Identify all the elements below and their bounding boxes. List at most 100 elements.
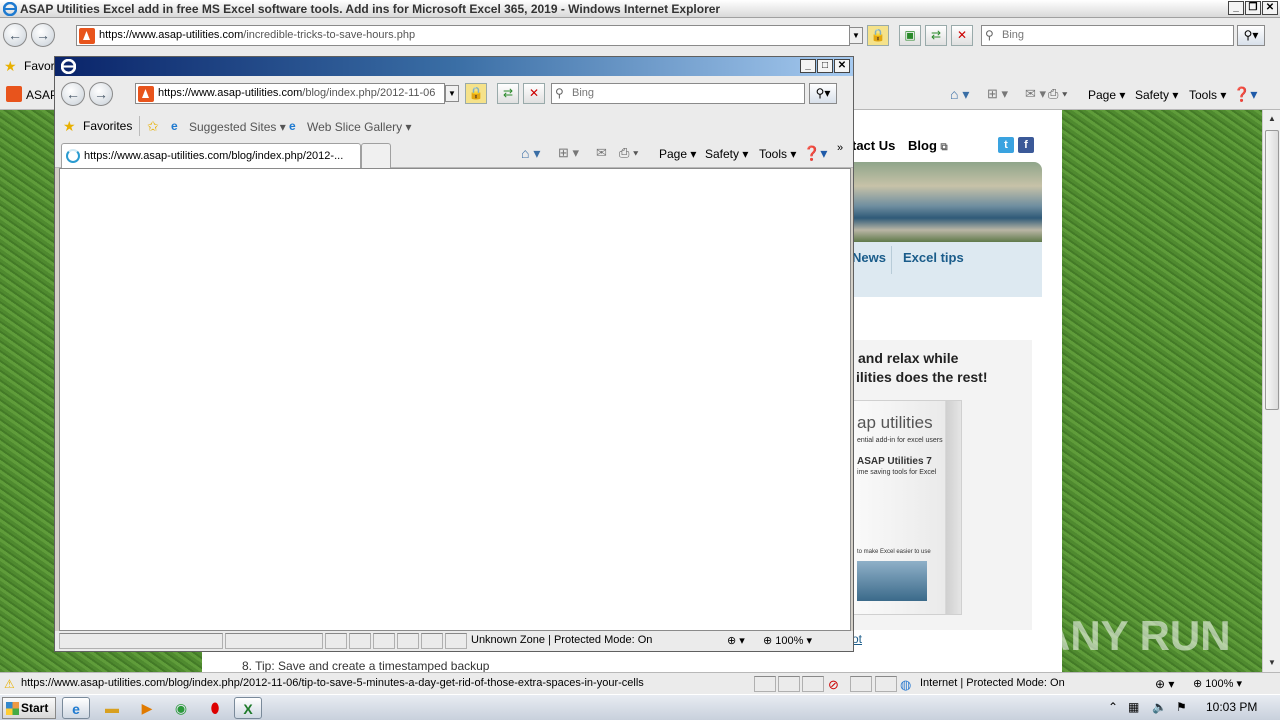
popup-back-button[interactable]: ← [61, 82, 85, 106]
popup-navigation-bar: ← → https://www.asap-utilities.com/blog/… [55, 76, 853, 112]
action-center-flag-icon[interactable]: ⚑ [1176, 700, 1187, 714]
search-placeholder: Bing [1002, 29, 1025, 41]
explorer-folder-icon[interactable]: ▬ [98, 697, 126, 719]
suggested-sites-icon: e [171, 119, 178, 133]
popup-minimize-button[interactable]: _ [800, 59, 816, 73]
tools-menu[interactable]: Tools ▾ [1189, 88, 1226, 102]
blocked-icon: ⊘ [828, 677, 839, 692]
clock[interactable]: 10:03 PM [1206, 700, 1257, 714]
network-icon[interactable]: ▦ [1128, 700, 1139, 714]
list-item[interactable]: 8. Tip: Save and create a timestamped ba… [242, 659, 489, 672]
popup-safety-menu[interactable]: Safety ▾ [705, 147, 748, 161]
popup-zoom-level[interactable]: ⊕ 100% ▾ [763, 634, 812, 647]
taskbar: Start e ▬ ▶ ◉ ⬮ X ⌃ ▦ 🔈 ⚑ 10:03 PM [0, 694, 1280, 720]
ie-logo-icon [3, 2, 17, 16]
safety-menu[interactable]: Safety ▾ [1135, 88, 1178, 102]
popup-tab-bar: https://www.asap-utilities.com/blog/inde… [55, 140, 853, 168]
outer-status-bar: ⚠ https://www.asap-utilities.com/blog/in… [0, 672, 1280, 694]
restore-button[interactable]: ❐ [1245, 1, 1261, 15]
address-bar[interactable]: https://www.asap-utilities.com/incredibl… [76, 25, 850, 46]
chrome-icon[interactable]: ◉ [167, 697, 195, 719]
popup-refresh-icon[interactable]: ⇄ [497, 83, 519, 104]
forward-button[interactable]: → [31, 23, 55, 47]
popup-feeds-icon[interactable]: ⊞ ▾ [558, 145, 579, 161]
lock-icon[interactable]: 🔒 [867, 25, 889, 46]
internet-explorer-icon[interactable]: e [62, 697, 90, 719]
product-footer: to make Excel easier to use [857, 549, 931, 555]
url-host: https://www.asap-utilities.com [99, 29, 244, 41]
search-input[interactable]: ⚲ Bing [981, 25, 1234, 46]
media-player-icon[interactable]: ▶ [133, 697, 161, 719]
popup-tab[interactable]: https://www.asap-utilities.com/blog/inde… [61, 143, 361, 168]
popup-forward-button[interactable]: → [89, 82, 113, 106]
refresh-icon[interactable]: ⇄ [925, 25, 947, 46]
popup-mail-icon[interactable]: ✉ [596, 145, 607, 161]
new-tab-button[interactable] [361, 143, 391, 168]
page-menu[interactable]: Page ▾ [1088, 88, 1125, 102]
popup-search-go-button[interactable]: ⚲▾ [809, 83, 837, 104]
promo-line-1: and relax while [858, 350, 959, 366]
protected-mode-icon[interactable]: ⊕ ▾ [1155, 677, 1174, 691]
tray-expand-icon[interactable]: ⌃ [1108, 700, 1118, 714]
help-icon[interactable]: ❓▾ [1233, 86, 1257, 103]
volume-icon[interactable]: 🔈 [1152, 700, 1167, 714]
mail-icon[interactable]: ✉ ▾ [1025, 86, 1046, 102]
popup-tools-menu[interactable]: Tools ▾ [759, 147, 796, 161]
favorites-star-icon[interactable]: ★ [4, 58, 17, 75]
popup-address-bar[interactable]: https://www.asap-utilities.com/blog/inde… [135, 83, 445, 104]
excel-icon[interactable]: X [234, 697, 262, 719]
twitter-icon[interactable]: t [998, 137, 1014, 153]
search-icon: ⚲ [985, 28, 994, 42]
tab-favicon-icon [6, 86, 22, 102]
feeds-icon[interactable]: ⊞ ▾ [987, 86, 1008, 102]
popup-status-zone: Unknown Zone | Protected Mode: On [471, 634, 653, 646]
popup-search-placeholder: Bing [572, 87, 595, 99]
popup-favorites-button[interactable]: Favorites [83, 119, 132, 133]
popup-page-menu[interactable]: Page ▾ [659, 147, 696, 161]
popup-tab-label: https://www.asap-utilities.com/blog/inde… [84, 150, 344, 162]
suggested-sites-link[interactable]: Suggested Sites ▾ [189, 120, 286, 134]
home-icon[interactable]: ⌂ ▾ [950, 86, 969, 103]
address-dropdown-button[interactable]: ▼ [849, 27, 863, 44]
window-title: ASAP Utilities Excel add in free MS Exce… [20, 2, 721, 16]
popup-close-button[interactable]: ✕ [834, 59, 850, 73]
web-slice-gallery-link[interactable]: Web Slice Gallery ▾ [307, 120, 412, 134]
outer-scrollbar[interactable]: ▲ ▼ [1262, 110, 1280, 672]
product-box-image[interactable]: ap utilities ential add-in for excel use… [852, 400, 962, 615]
popup-stop-icon[interactable]: ✕ [523, 83, 545, 104]
opera-icon[interactable]: ⬮ [201, 697, 229, 719]
start-button[interactable]: Start [2, 697, 56, 719]
popup-home-icon[interactable]: ⌂ ▾ [521, 145, 540, 162]
popup-print-icon[interactable]: ⎙ ▾ [619, 145, 638, 161]
search-icon: ⚲ [555, 86, 564, 100]
close-button[interactable]: ✕ [1262, 1, 1278, 15]
stop-icon[interactable]: ✕ [951, 25, 973, 46]
favorites-button[interactable]: Favori [24, 59, 57, 73]
popup-maximize-button[interactable]: □ [817, 59, 833, 73]
popup-address-dropdown-button[interactable]: ▼ [445, 85, 459, 102]
chevron-right-icon[interactable]: » [837, 142, 843, 154]
scroll-down-arrow[interactable]: ▼ [1265, 656, 1279, 670]
popup-search-input[interactable]: ⚲ Bing [551, 83, 805, 104]
scroll-up-arrow[interactable]: ▲ [1265, 112, 1279, 126]
popup-lock-icon[interactable]: 🔒 [465, 83, 487, 104]
add-favorite-icon[interactable]: ✩ [147, 118, 159, 135]
facebook-icon[interactable]: f [1018, 137, 1034, 153]
search-go-button[interactable]: ⚲▾ [1237, 25, 1265, 46]
scroll-thumb[interactable] [1265, 130, 1279, 410]
product-desc: ime saving tools for Excel [857, 469, 937, 476]
popup-help-icon[interactable]: ❓▾ [803, 145, 827, 162]
nav-excel-tips-link[interactable]: Excel tips [903, 250, 964, 265]
popup-favorites-bar: ★ Favorites ✩ e Suggested Sites ▾ e Web … [55, 112, 853, 140]
minimize-button[interactable]: _ [1228, 1, 1244, 15]
nav-blog-link[interactable]: Blog ⧉ [908, 138, 948, 153]
popup-content-area [59, 168, 851, 631]
compatibility-icon[interactable]: ▣ [899, 25, 921, 46]
back-button[interactable]: ← [3, 23, 27, 47]
popup-ie-window: _ □ ✕ ← → https://www.asap-utilities.com… [54, 56, 854, 652]
nav-contact-link[interactable]: tact Us [852, 138, 895, 153]
popup-protected-mode-icon[interactable]: ⊕ ▾ [727, 634, 745, 647]
print-icon[interactable]: ⎙ ▾ [1048, 86, 1067, 102]
nav-news-link[interactable]: News [852, 250, 886, 265]
zoom-level[interactable]: ⊕ 100% ▾ [1193, 677, 1242, 690]
